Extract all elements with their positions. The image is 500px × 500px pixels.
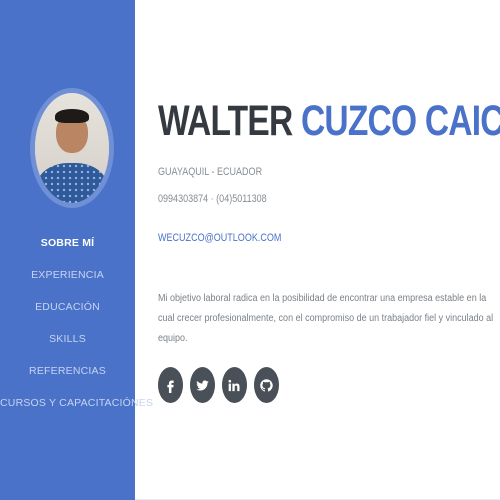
sidebar-item-referencias[interactable]: REFERENCIAS bbox=[0, 364, 135, 396]
location-text: GUAYAQUIL - ECUADOR bbox=[158, 166, 263, 178]
sidebar: SOBRE MÍ EXPERIENCIA EDUCACIÓN SKILLS RE… bbox=[0, 0, 153, 500]
objective-text: Mi objetivo laboral radica en la posibil… bbox=[158, 293, 494, 344]
facebook-icon bbox=[167, 380, 174, 393]
about-section: WALTER CUZCO CAICEDO GUAYAQUIL - ECUADOR… bbox=[158, 0, 500, 500]
resume-page: SOBRE MÍ EXPERIENCIA EDUCACIÓN SKILLS RE… bbox=[0, 0, 500, 500]
social-links bbox=[158, 367, 279, 403]
email-link[interactable]: WECUZCO@OUTLOOK.COM bbox=[158, 232, 281, 244]
last-name: CUZCO CAICEDO bbox=[300, 97, 500, 145]
linkedin-icon bbox=[228, 379, 240, 391]
github-icon bbox=[260, 378, 273, 391]
avatar-shirt bbox=[37, 163, 107, 203]
linkedin-button[interactable] bbox=[222, 367, 247, 403]
facebook-button[interactable] bbox=[158, 367, 183, 403]
sidebar-item-cursos[interactable]: CURSOS Y CAPACITACIÓNES bbox=[0, 396, 153, 428]
sidebar-item-educacion[interactable]: EDUCACIÓN bbox=[0, 300, 135, 332]
twitter-button[interactable] bbox=[190, 367, 215, 403]
page-title: WALTER CUZCO CAICEDO bbox=[158, 91, 500, 151]
twitter-icon bbox=[196, 379, 209, 391]
sidebar-item-skills[interactable]: SKILLS bbox=[0, 332, 135, 364]
phone-text: 0994303874 · (04)5011308 bbox=[158, 193, 267, 205]
sidebar-item-experiencia[interactable]: EXPERIENCIA bbox=[0, 268, 135, 300]
avatar-hair bbox=[55, 109, 89, 123]
github-button[interactable] bbox=[254, 367, 279, 403]
first-name: WALTER bbox=[158, 97, 293, 145]
avatar bbox=[30, 88, 114, 208]
sidebar-item-sobre-mi[interactable]: SOBRE MÍ bbox=[0, 236, 135, 268]
sidebar-nav: SOBRE MÍ EXPERIENCIA EDUCACIÓN SKILLS RE… bbox=[0, 236, 153, 428]
